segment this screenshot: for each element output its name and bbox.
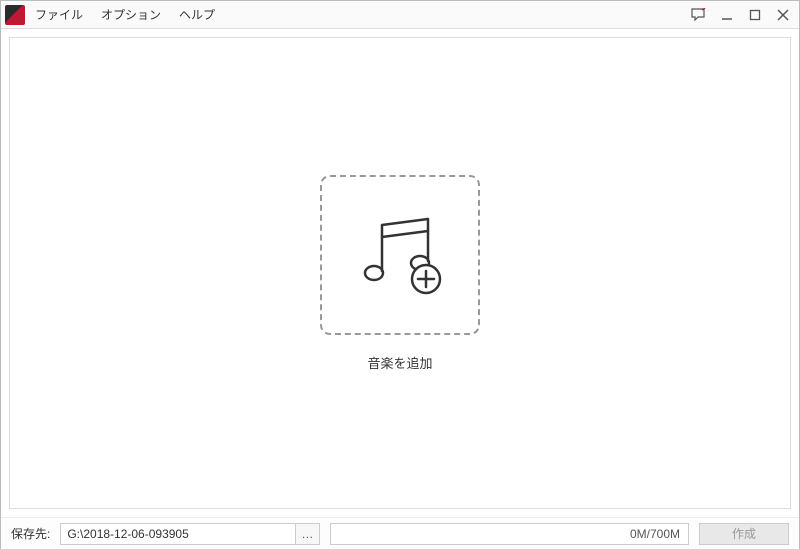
content-panel: 音楽を追加 [9,37,791,509]
menu-options[interactable]: オプション [101,6,161,23]
maximize-button[interactable] [747,7,763,23]
save-to-label: 保存先: [11,525,50,542]
minimize-button[interactable] [719,7,735,23]
close-button[interactable] [775,7,791,23]
footer-bar: 保存先: G:\2018-12-06-093905 … 0M/700M 作成 [1,517,799,549]
save-path-text: G:\2018-12-06-093905 [61,527,295,541]
browse-button[interactable]: … [295,524,319,544]
add-music-dropzone[interactable] [320,175,480,335]
main-content: 音楽を追加 [1,29,799,517]
window-controls [691,7,791,23]
size-progress-bar: 0M/700M [330,523,689,545]
save-path-field: G:\2018-12-06-093905 … [60,523,320,545]
menu-help[interactable]: ヘルプ [179,6,215,23]
add-music-label: 音楽を追加 [367,353,432,372]
menu-bar: ファイル オプション ヘルプ [35,6,691,23]
feedback-icon[interactable] [691,7,707,23]
size-progress-text: 0M/700M [630,527,680,541]
music-add-icon [350,203,450,306]
titlebar: ファイル オプション ヘルプ [1,1,799,29]
app-icon [5,5,25,25]
create-button[interactable]: 作成 [699,523,789,545]
menu-file[interactable]: ファイル [35,6,83,23]
